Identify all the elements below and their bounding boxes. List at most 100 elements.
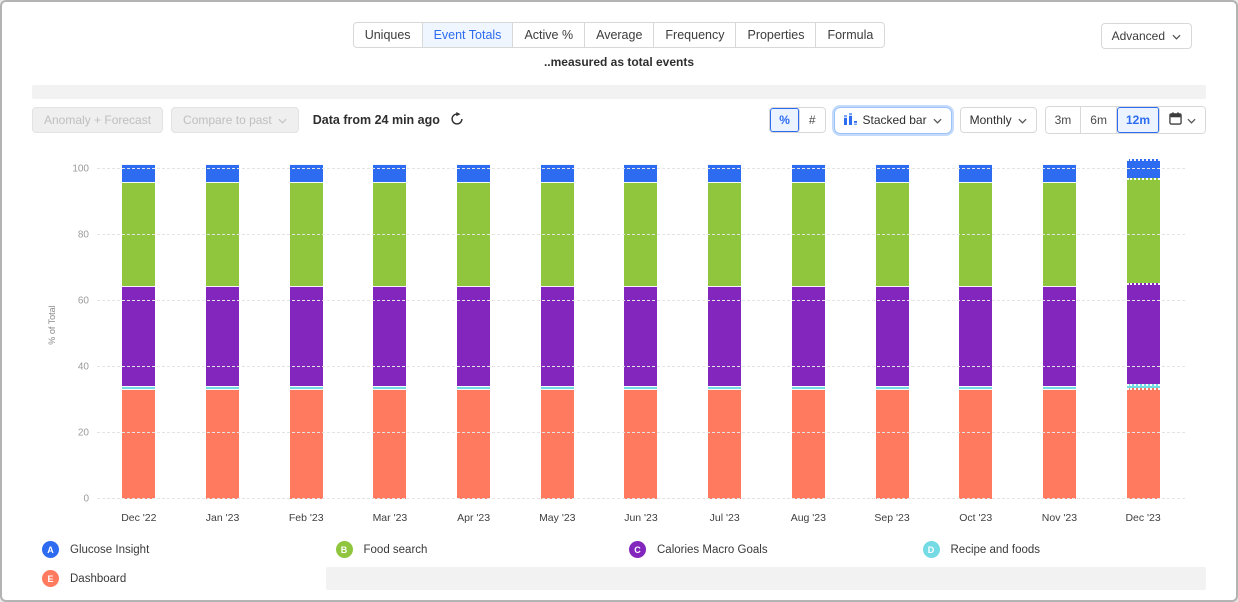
legend-item-food-search[interactable]: B Food search bbox=[326, 535, 620, 564]
bar-segment-dashboard[interactable] bbox=[122, 389, 155, 499]
bar-segment-dashboard[interactable] bbox=[290, 389, 323, 499]
tab-average[interactable]: Average bbox=[585, 23, 654, 47]
legend-item-glucose-insight[interactable]: AGlucose Insight bbox=[32, 535, 326, 564]
bar-segment-glucose-insight[interactable] bbox=[290, 164, 323, 182]
range-12m[interactable]: 12m bbox=[1117, 107, 1160, 133]
bar-slot-jul-23 bbox=[683, 169, 767, 499]
bar-slot-oct-23 bbox=[934, 169, 1018, 499]
bar-segment-dashboard[interactable] bbox=[206, 389, 239, 499]
bar-segment-glucose-insight[interactable] bbox=[792, 164, 825, 182]
bar-nov-23[interactable] bbox=[1043, 164, 1076, 499]
compare-to-past-dropdown[interactable]: Compare to past bbox=[171, 107, 299, 133]
bar-jun-23[interactable] bbox=[624, 164, 657, 499]
bar-segment-calories-macro-goals[interactable] bbox=[624, 286, 657, 385]
legend-badge-b: B bbox=[336, 541, 353, 558]
bar-apr-23[interactable] bbox=[457, 164, 490, 499]
bar-segment-calories-macro-goals[interactable] bbox=[206, 286, 239, 385]
bar-segment-glucose-insight[interactable] bbox=[457, 164, 490, 182]
tab-event-totals[interactable]: Event Totals bbox=[423, 23, 514, 47]
advanced-button[interactable]: Advanced bbox=[1101, 23, 1192, 49]
refresh-icon bbox=[450, 112, 464, 129]
bar-segment-dashboard[interactable] bbox=[876, 389, 909, 499]
analytics-window: UniquesEvent TotalsActive %AverageFreque… bbox=[0, 0, 1238, 602]
bar-segment-glucose-insight[interactable] bbox=[206, 164, 239, 182]
bar-segment-glucose-insight[interactable] bbox=[1043, 164, 1076, 182]
bar-segment-glucose-insight[interactable] bbox=[624, 164, 657, 182]
bar-segment-glucose-insight[interactable] bbox=[959, 164, 992, 182]
tab-active[interactable]: Active % bbox=[513, 23, 585, 47]
range-3m[interactable]: 3m bbox=[1046, 107, 1082, 133]
bar-may-23[interactable] bbox=[541, 164, 574, 499]
bar-dec-23[interactable] bbox=[1127, 159, 1160, 499]
bar-segment-glucose-insight[interactable] bbox=[708, 164, 741, 182]
bar-segment-calories-macro-goals[interactable] bbox=[708, 286, 741, 385]
percent-toggle[interactable]: % bbox=[770, 108, 800, 132]
legend-item-calories-macro-goals[interactable]: CCalories Macro Goals bbox=[619, 535, 913, 564]
bar-mar-23[interactable] bbox=[373, 164, 406, 499]
tab-formula[interactable]: Formula bbox=[816, 23, 884, 47]
bar-segment-dashboard[interactable] bbox=[792, 389, 825, 499]
bar-segment-calories-macro-goals[interactable] bbox=[373, 286, 406, 385]
legend-label: Dashboard bbox=[70, 573, 126, 585]
legend-label: Food search bbox=[364, 544, 428, 556]
interval-dropdown[interactable]: Monthly bbox=[960, 107, 1037, 133]
bar-segment-calories-macro-goals[interactable] bbox=[959, 286, 992, 385]
bar-segment-dashboard[interactable] bbox=[373, 389, 406, 499]
bar-dec-22[interactable] bbox=[122, 164, 155, 499]
collapsed-section-bar[interactable] bbox=[32, 85, 1206, 99]
bar-feb-23[interactable] bbox=[290, 164, 323, 499]
bar-jan-23[interactable] bbox=[206, 164, 239, 499]
anomaly-forecast-button[interactable]: Anomaly + Forecast bbox=[32, 107, 163, 133]
number-toggle[interactable]: # bbox=[800, 108, 825, 132]
bar-segment-calories-macro-goals[interactable] bbox=[290, 286, 323, 385]
chevron-down-icon bbox=[1187, 113, 1196, 127]
legend-badge-a: A bbox=[42, 541, 59, 558]
bar-jul-23[interactable] bbox=[708, 164, 741, 499]
bar-segment-dashboard[interactable] bbox=[457, 389, 490, 499]
bar-segment-calories-macro-goals[interactable] bbox=[541, 286, 574, 385]
stacked-bar-chart: 020406080100 bbox=[97, 169, 1185, 499]
bar-oct-23[interactable] bbox=[959, 164, 992, 499]
bar-segment-dashboard[interactable] bbox=[1043, 389, 1076, 499]
bar-segment-calories-macro-goals[interactable] bbox=[792, 286, 825, 385]
bar-segment-dashboard[interactable] bbox=[624, 389, 657, 499]
custom-date-dropdown[interactable] bbox=[1160, 107, 1205, 133]
refresh-button[interactable] bbox=[448, 112, 466, 129]
bar-slot-aug-23 bbox=[767, 169, 851, 499]
bar-segment-dashboard[interactable] bbox=[541, 389, 574, 499]
y-tick-40: 40 bbox=[57, 362, 89, 373]
bar-segment-glucose-insight[interactable] bbox=[876, 164, 909, 182]
bar-slot-apr-23 bbox=[432, 169, 516, 499]
legend-item-recipe-and-foods[interactable]: DRecipe and foods bbox=[913, 535, 1207, 564]
bar-segment-dashboard[interactable] bbox=[959, 389, 992, 499]
chevron-down-icon bbox=[1172, 29, 1181, 43]
bar-aug-23[interactable] bbox=[792, 164, 825, 499]
bar-segment-glucose-insight[interactable] bbox=[541, 164, 574, 182]
tab-properties[interactable]: Properties bbox=[736, 23, 816, 47]
bar-sep-23[interactable] bbox=[876, 164, 909, 499]
bar-segment-calories-macro-goals[interactable] bbox=[457, 286, 490, 385]
x-label-mar-23: Mar '23 bbox=[348, 512, 432, 524]
bar-segment-food-search[interactable] bbox=[1127, 178, 1160, 284]
y-tick-80: 80 bbox=[57, 230, 89, 241]
stacked-bar-icon bbox=[844, 113, 857, 128]
tab-frequency[interactable]: Frequency bbox=[654, 23, 736, 47]
legend-item-dashboard[interactable]: EDashboard bbox=[32, 564, 326, 593]
bar-segment-dashboard[interactable] bbox=[708, 389, 741, 499]
legend-empty-area bbox=[326, 567, 1207, 590]
bar-segment-calories-macro-goals[interactable] bbox=[122, 286, 155, 385]
bar-segment-dashboard[interactable] bbox=[1127, 388, 1160, 499]
chart-legend: AGlucose Insight B Food search CCalories Ma… bbox=[32, 535, 1206, 593]
x-label-aug-23: Aug '23 bbox=[767, 512, 851, 524]
chart-type-dropdown[interactable]: Stacked bar bbox=[834, 107, 952, 134]
bar-segment-glucose-insight[interactable] bbox=[122, 164, 155, 182]
x-label-jul-23: Jul '23 bbox=[683, 512, 767, 524]
tab-uniques[interactable]: Uniques bbox=[354, 23, 423, 47]
range-6m[interactable]: 6m bbox=[1081, 107, 1117, 133]
bar-segment-calories-macro-goals[interactable] bbox=[1043, 286, 1076, 385]
gridline-80 bbox=[97, 234, 1185, 235]
bar-segment-glucose-insight[interactable] bbox=[373, 164, 406, 182]
bar-segment-calories-macro-goals[interactable] bbox=[876, 286, 909, 385]
legend-badge-c: C bbox=[629, 541, 646, 558]
bar-segment-calories-macro-goals[interactable] bbox=[1127, 283, 1160, 383]
